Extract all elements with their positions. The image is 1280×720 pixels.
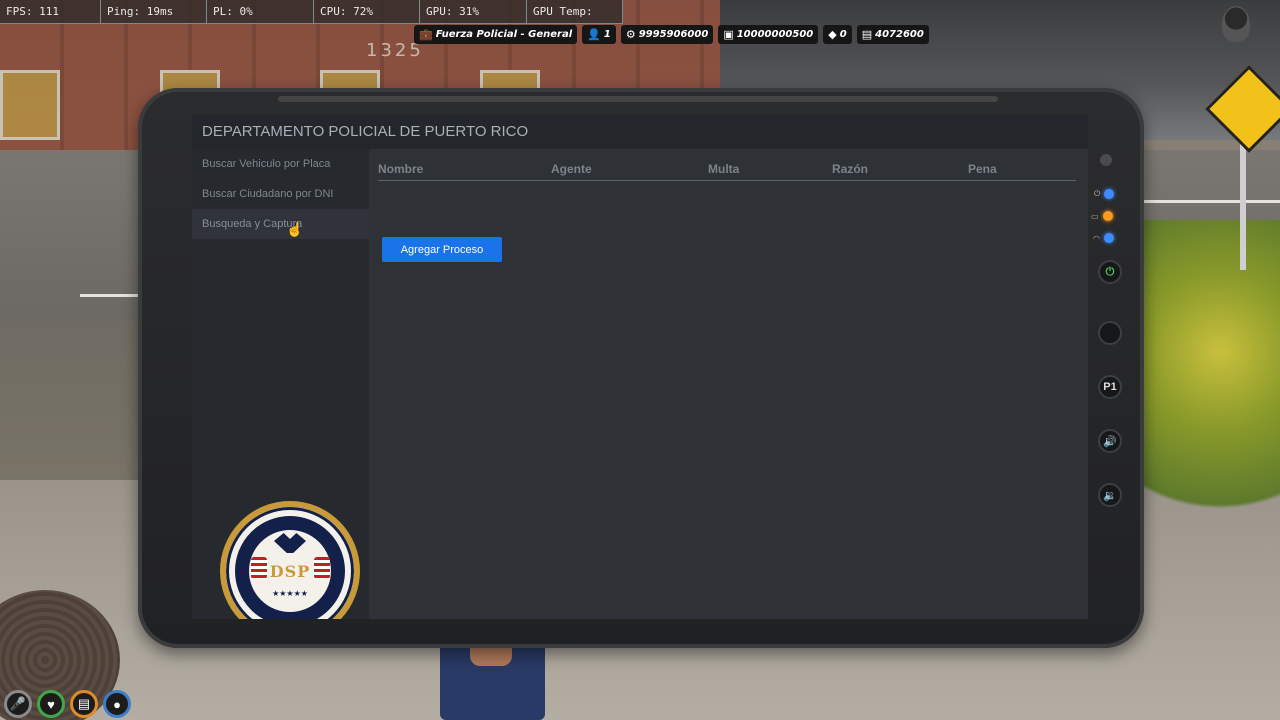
background-bush	[1130, 220, 1280, 550]
volume-up-button[interactable]: 🔊	[1098, 429, 1122, 453]
logo-initials: DSP	[269, 562, 311, 581]
tablet-bezel-top	[278, 96, 998, 102]
wifi-led	[1103, 233, 1114, 243]
points-badge: ▤ 4072600	[856, 25, 929, 44]
tablet-sidebar: Buscar Vehiculo por Placa Buscar Ciudada…	[192, 149, 369, 619]
column-header-razon: Razón	[832, 162, 868, 176]
dsp-logo: DSP ★★★★★	[220, 501, 360, 619]
p1-button[interactable]: P1	[1098, 375, 1122, 399]
cart-icon: ▤	[861, 28, 873, 41]
bank-amount: 9995906000	[638, 29, 709, 40]
fps-readout: FPS: 111	[0, 0, 101, 24]
power-indicator: ⏻	[1094, 189, 1115, 199]
power-icon: ⏻	[1094, 189, 1101, 198]
ping-readout: Ping: 19ms	[101, 0, 207, 24]
background-window	[0, 70, 60, 140]
wifi-indicator: ◠	[1093, 233, 1114, 243]
sidebar-item-busqueda-captura[interactable]: Busqueda y Captura	[192, 209, 369, 239]
tablet-header-title: DEPARTAMENTO POLICIAL DE PUERTO RICO	[192, 115, 1088, 149]
cash-amount: 10000000500	[736, 29, 814, 40]
gpu-readout: GPU: 31%	[420, 0, 527, 24]
column-header-nombre: Nombre	[378, 162, 424, 176]
cpu-readout: CPU: 72%	[314, 0, 420, 24]
player-status-icons: 🎤 ♥ ▤ ●	[4, 690, 131, 718]
sign-pole	[1240, 140, 1246, 270]
water-drop-icon: ●	[103, 690, 131, 718]
process-table-header: Nombre Agente Multa Razón Pena	[378, 161, 1076, 181]
user-icon: 👤	[587, 28, 601, 41]
sidebar-item-buscar-vehiculo[interactable]: Buscar Vehiculo por Placa	[192, 149, 369, 179]
player-avatar-icon	[1222, 6, 1250, 42]
police-tablet: DEPARTAMENTO POLICIAL DE PUERTO RICO Bus…	[138, 88, 1144, 648]
column-header-pena: Pena	[968, 162, 997, 176]
volume-down-button[interactable]: 🔉	[1098, 483, 1122, 507]
briefcase-icon: 💼	[419, 28, 433, 41]
packet-loss-readout: PL: 0%	[207, 0, 314, 24]
camera-icon	[1100, 154, 1112, 166]
player-status-badges: 💼 Fuerza Policial - General 👤 1 ⚙ 999590…	[414, 25, 929, 44]
mouse-cursor-icon: ☝	[286, 221, 304, 237]
diamond-icon: ◆	[828, 28, 837, 41]
battery-led	[1102, 211, 1113, 221]
tablet-main-content: Nombre Agente Multa Razón Pena Agregar P…	[369, 149, 1088, 619]
microphone-icon: 🎤	[4, 690, 32, 718]
flag-icon	[314, 557, 330, 579]
performance-hud: FPS: 111 Ping: 19ms PL: 0% CPU: 72% GPU:…	[0, 0, 623, 42]
job-label: Fuerza Policial - General	[435, 29, 573, 40]
agregar-proceso-button[interactable]: Agregar Proceso	[382, 237, 502, 262]
home-button[interactable]	[1098, 321, 1122, 345]
stars-icon: ★★★★★	[272, 589, 308, 598]
column-header-agente: Agente	[551, 162, 592, 176]
wifi-icon: ◠	[1093, 233, 1100, 243]
road-marking	[1140, 200, 1280, 203]
heart-icon: ♥	[37, 690, 65, 718]
power-led	[1104, 189, 1115, 199]
battery-indicator: ▭	[1091, 211, 1113, 221]
column-header-multa: Multa	[708, 162, 740, 176]
battery-icon: ▭	[1091, 211, 1099, 221]
points-amount: 4072600	[875, 29, 924, 40]
sidebar-item-buscar-ciudadano[interactable]: Buscar Ciudadano por DNI	[192, 179, 369, 209]
players-count: 1	[603, 29, 611, 40]
players-badge: 👤 1	[582, 25, 616, 44]
bank-badge: ⚙ 9995906000	[620, 25, 714, 44]
bank-icon: ⚙	[625, 28, 636, 41]
diamond-count: 0	[839, 29, 847, 40]
tablet-screen: DEPARTAMENTO POLICIAL DE PUERTO RICO Bus…	[192, 115, 1088, 619]
gpu-temp-readout: GPU Temp: 52°C	[527, 0, 623, 42]
cash-icon: ▣	[723, 28, 734, 41]
food-icon: ▤	[70, 690, 98, 718]
power-button[interactable]: ⏻	[1098, 260, 1122, 284]
diamond-badge: ◆ 0	[823, 25, 852, 44]
cash-badge: ▣ 10000000500	[718, 25, 819, 44]
job-badge: 💼 Fuerza Policial - General	[414, 25, 578, 44]
